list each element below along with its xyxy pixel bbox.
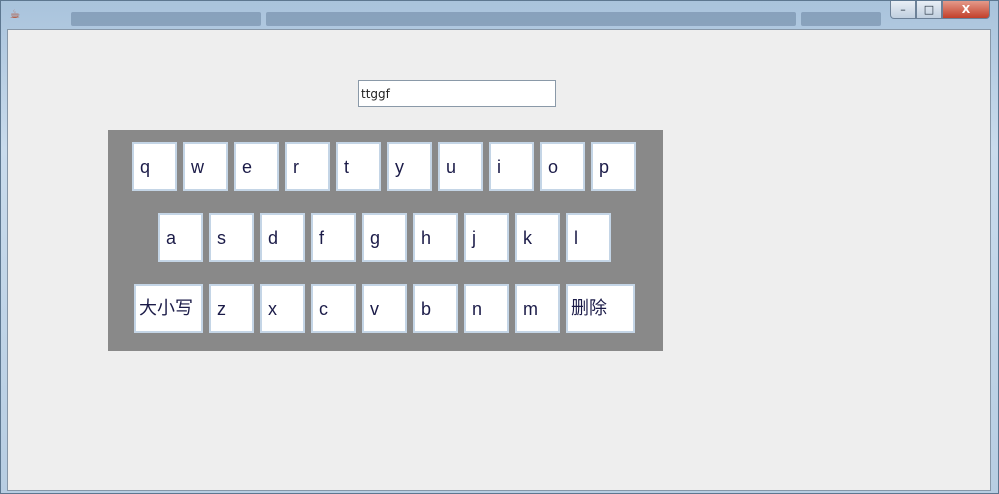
maximize-button[interactable]: □ bbox=[916, 1, 942, 19]
java-icon[interactable]: ☕ bbox=[7, 6, 23, 22]
key-c[interactable]: c bbox=[311, 284, 356, 333]
key-e[interactable]: e bbox=[234, 142, 279, 191]
key-w[interactable]: w bbox=[183, 142, 228, 191]
key-i[interactable]: i bbox=[489, 142, 534, 191]
key-d[interactable]: d bbox=[260, 213, 305, 262]
key-s[interactable]: s bbox=[209, 213, 254, 262]
content-panel: q w e r t y u i o p a s d f g h j k l 大小… bbox=[7, 29, 991, 491]
text-input[interactable] bbox=[358, 80, 556, 107]
key-t[interactable]: t bbox=[336, 142, 381, 191]
key-u[interactable]: u bbox=[438, 142, 483, 191]
key-v[interactable]: v bbox=[362, 284, 407, 333]
key-n[interactable]: n bbox=[464, 284, 509, 333]
key-g[interactable]: g bbox=[362, 213, 407, 262]
key-y[interactable]: y bbox=[387, 142, 432, 191]
key-l[interactable]: l bbox=[566, 213, 611, 262]
maximize-icon: □ bbox=[923, 3, 935, 16]
close-icon: X bbox=[961, 3, 971, 16]
key-q[interactable]: q bbox=[132, 142, 177, 191]
virtual-keyboard: q w e r t y u i o p a s d f g h j k l 大小… bbox=[108, 130, 663, 351]
key-o[interactable]: o bbox=[540, 142, 585, 191]
key-r[interactable]: r bbox=[285, 142, 330, 191]
title-bar-background bbox=[801, 12, 881, 26]
key-j[interactable]: j bbox=[464, 213, 509, 262]
title-bar-background bbox=[266, 12, 796, 26]
close-button[interactable]: X bbox=[942, 1, 990, 19]
key-x[interactable]: x bbox=[260, 284, 305, 333]
delete-key[interactable]: 删除 bbox=[566, 284, 635, 333]
key-b[interactable]: b bbox=[413, 284, 458, 333]
app-window: ☕ – □ X q w e r t y u i o p a s d f bbox=[0, 0, 999, 494]
caps-toggle-key[interactable]: 大小写 bbox=[134, 284, 203, 333]
key-h[interactable]: h bbox=[413, 213, 458, 262]
key-p[interactable]: p bbox=[591, 142, 636, 191]
key-z[interactable]: z bbox=[209, 284, 254, 333]
key-a[interactable]: a bbox=[158, 213, 203, 262]
title-bar[interactable]: ☕ – □ X bbox=[1, 1, 998, 28]
key-m[interactable]: m bbox=[515, 284, 560, 333]
minimize-icon: – bbox=[900, 3, 906, 16]
key-k[interactable]: k bbox=[515, 213, 560, 262]
minimize-button[interactable]: – bbox=[890, 1, 916, 19]
key-f[interactable]: f bbox=[311, 213, 356, 262]
title-bar-background bbox=[71, 12, 261, 26]
